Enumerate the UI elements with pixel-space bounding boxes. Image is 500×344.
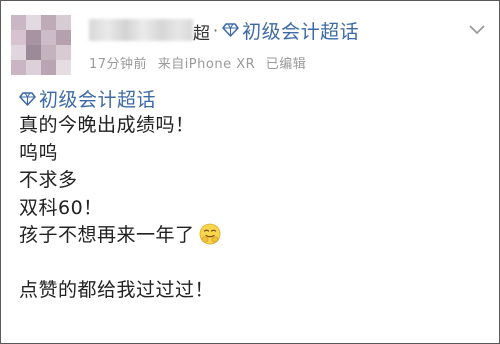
header-topic-link[interactable]: 初级会计超话: [222, 17, 359, 44]
post-body: 初级会计超话 真的今晚出成绩吗！ 呜呜 不求多 双科60！ 孩子不想再来一年了 …: [19, 85, 489, 305]
post-line-with-emoji: 孩子不想再来一年了: [19, 222, 489, 250]
header-separator: ·: [213, 20, 219, 40]
avatar[interactable]: [11, 15, 71, 75]
super-topic-gem-icon: [222, 23, 239, 37]
pray-smile-emoji-icon: [199, 223, 220, 245]
header-topic-label: 初级会计超话: [242, 20, 360, 43]
post-topic-link[interactable]: 初级会计超话: [19, 85, 489, 112]
post-line: 真的今晚出成绩吗！: [19, 114, 195, 136]
post-line: 双科60！: [19, 196, 103, 219]
weibo-post-card: 超 · 初级会计超话 17分钟前 来自iPhone XR 已编辑 初级会计超话 …: [0, 0, 500, 344]
post-line: 呜呜: [19, 141, 59, 164]
username-suffix[interactable]: 超: [193, 19, 210, 44]
timestamp: 17分钟前: [89, 57, 148, 72]
username-blurred[interactable]: [89, 19, 193, 41]
post-header-line: 超 · 初级会计超话: [89, 17, 359, 44]
edited-badge[interactable]: 已编辑: [266, 57, 307, 72]
post-line: 不求多: [19, 169, 78, 191]
super-topic-gem-icon: [19, 91, 36, 106]
post-closing-line: 点赞的都给我过过过！: [19, 279, 215, 301]
chevron-down-icon[interactable]: [469, 25, 485, 35]
post-line: 孩子不想再来一年了: [19, 224, 195, 246]
post-topic-label: 初级会计超话: [39, 89, 157, 111]
post-meta: 17分钟前 来自iPhone XR 已编辑: [89, 53, 312, 72]
source-device[interactable]: 来自iPhone XR: [158, 57, 255, 72]
